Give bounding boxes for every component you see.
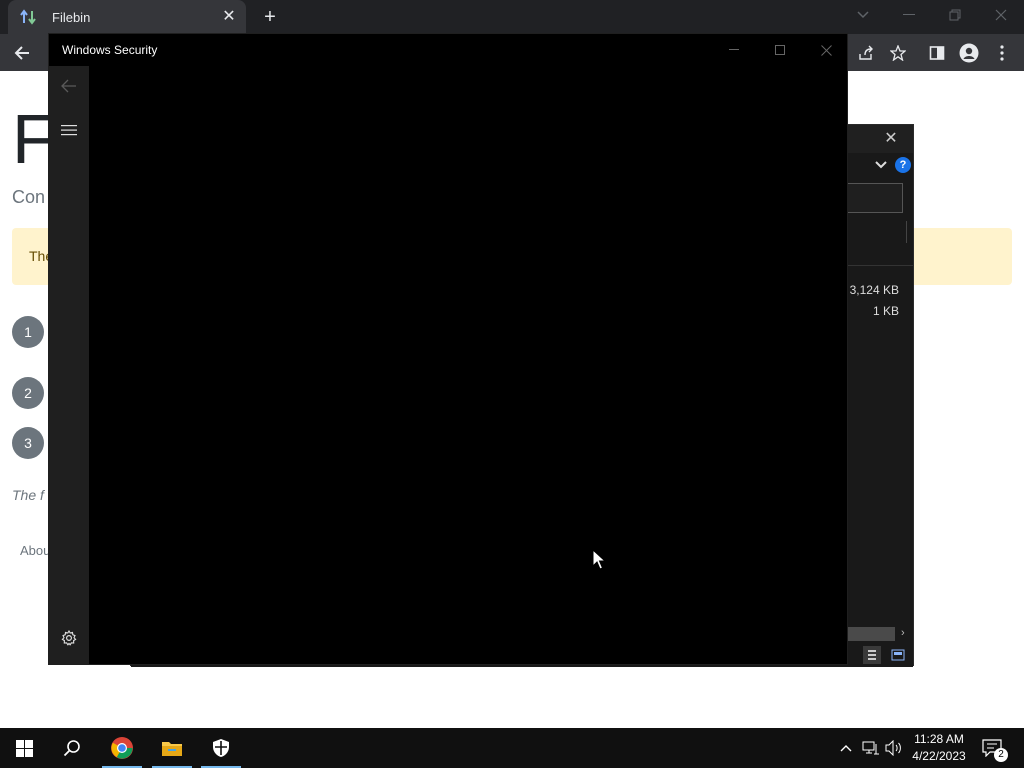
security-sidebar <box>49 66 89 664</box>
start-windows-icon[interactable] <box>0 728 48 768</box>
clock-time: 11:28 AM <box>914 732 964 746</box>
filebin-favicon-icon <box>20 9 36 25</box>
step-number-2: 2 <box>12 377 44 409</box>
help-icon[interactable]: ? <box>895 157 911 173</box>
chrome-taskbar-icon[interactable] <box>98 728 146 768</box>
file-explorer-taskbar-icon[interactable] <box>148 728 196 768</box>
security-window-title: Windows Security <box>62 43 158 57</box>
browser-tab-title: Filebin <box>52 9 91 25</box>
windows-security-taskbar-icon[interactable] <box>197 728 245 768</box>
browser-menu-icon[interactable] <box>989 40 1015 66</box>
step-number-3: 3 <box>12 427 44 459</box>
security-content-area <box>89 66 847 664</box>
explorer-close-icon[interactable]: ✕ <box>879 129 903 149</box>
large-icons-view-icon[interactable] <box>889 646 907 664</box>
browser-tab-filebin[interactable]: Filebin ✕ <box>8 0 246 34</box>
browser-tabstrip: Filebin ✕ + <box>0 0 1024 34</box>
side-panel-icon[interactable] <box>924 40 950 66</box>
mouse-cursor-icon <box>592 548 607 571</box>
show-hidden-icons-chevron-icon[interactable] <box>836 738 856 758</box>
scroll-right-arrow-icon[interactable]: › <box>901 627 905 639</box>
security-back-arrow-icon[interactable] <box>53 70 85 102</box>
tab-close-icon[interactable]: ✕ <box>220 8 238 26</box>
hamburger-menu-icon[interactable] <box>53 114 85 146</box>
bookmark-star-icon[interactable] <box>885 40 911 66</box>
notification-count-badge: 2 <box>994 748 1008 762</box>
ribbon-expand-chevron-icon[interactable] <box>875 157 887 172</box>
file-size-cell: 1 KB <box>872 304 899 318</box>
step-number-1: 1 <box>12 316 44 348</box>
security-minimize-icon[interactable] <box>711 34 757 66</box>
details-view-icon[interactable] <box>863 646 881 664</box>
windows-security-window: Windows Security <box>48 33 848 665</box>
page-note: The f <box>12 487 44 503</box>
security-titlebar[interactable]: Windows Security <box>49 34 847 66</box>
tab-search-icon[interactable] <box>840 0 886 30</box>
clock-date: 4/22/2023 <box>912 749 966 763</box>
volume-speaker-icon[interactable] <box>884 738 904 758</box>
page-about-link[interactable]: Abou <box>20 543 50 558</box>
profile-avatar-icon[interactable] <box>956 40 982 66</box>
back-arrow-icon[interactable] <box>9 40 35 66</box>
browser-close-icon[interactable] <box>978 0 1024 30</box>
browser-restore-icon[interactable] <box>932 0 978 30</box>
security-maximize-icon[interactable] <box>757 34 803 66</box>
browser-minimize-icon[interactable] <box>886 0 932 30</box>
taskbar-clock[interactable]: 11:28 AM 4/22/2023 <box>906 731 972 765</box>
security-close-icon[interactable] <box>803 34 849 66</box>
share-icon[interactable] <box>853 40 879 66</box>
file-size-cell: 3,124 KB <box>849 283 899 297</box>
new-tab-button[interactable]: + <box>260 6 280 28</box>
windows-taskbar: 11:28 AM 4/22/2023 <box>0 728 1024 768</box>
settings-gear-icon[interactable] <box>53 622 85 654</box>
column-separator[interactable] <box>906 221 907 243</box>
page-subtitle: Con <box>12 187 46 207</box>
network-icon[interactable] <box>861 738 881 758</box>
search-icon[interactable] <box>48 728 96 768</box>
